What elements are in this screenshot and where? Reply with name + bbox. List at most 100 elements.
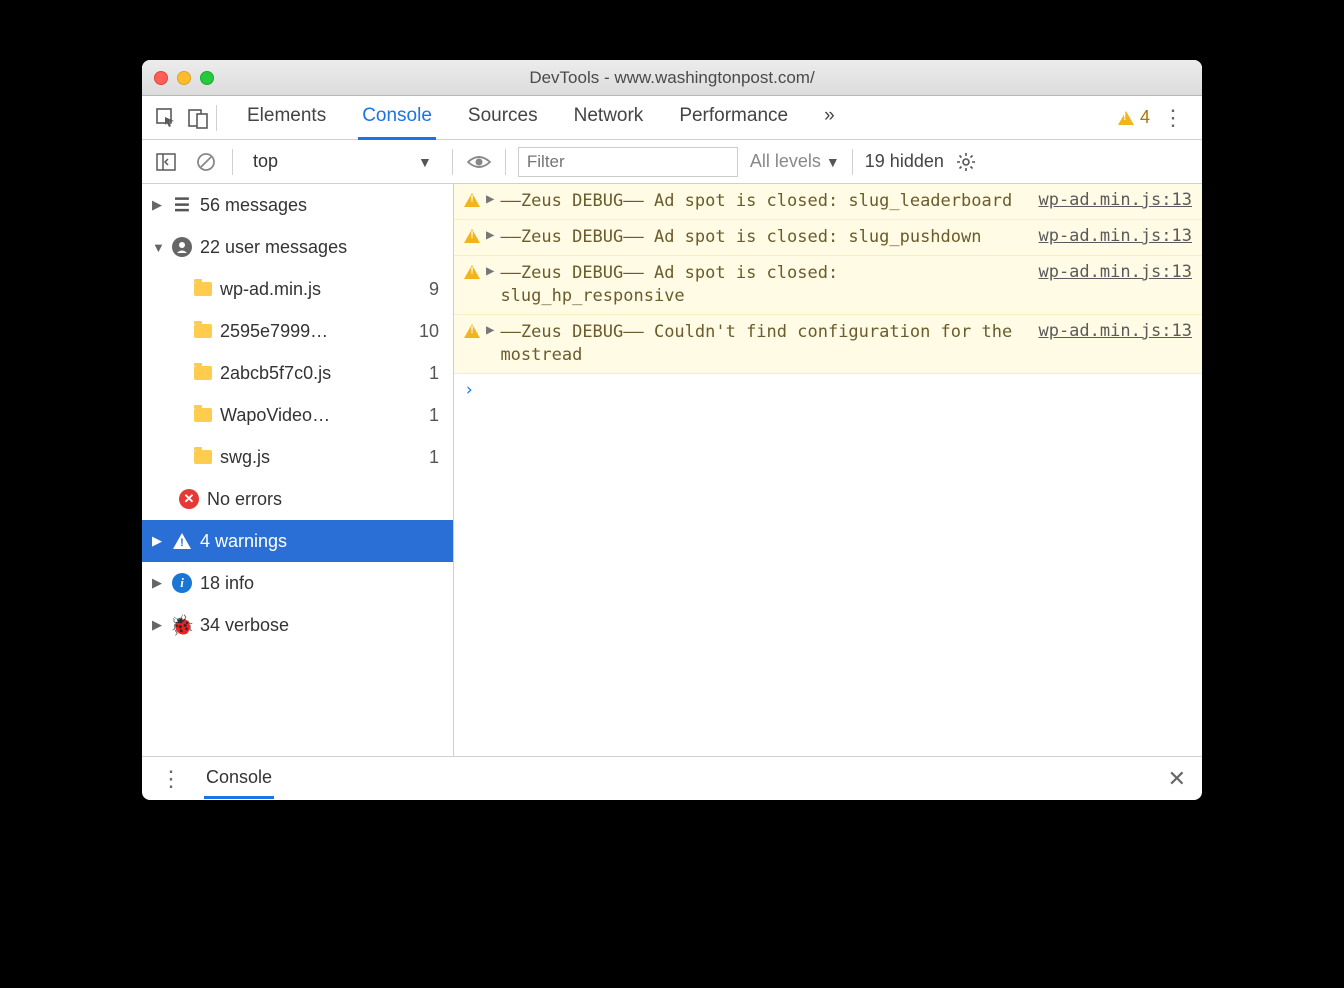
log-text: ––Zeus DEBUG–– Ad spot is closed: slug_l… [500, 190, 1032, 213]
context-selector[interactable]: top ▼ [245, 151, 440, 172]
device-toolbar-icon[interactable] [184, 104, 212, 132]
file-name: 2595e7999… [220, 321, 328, 342]
warning-icon [464, 229, 480, 243]
warning-icon [464, 265, 480, 279]
file-count: 9 [429, 279, 453, 300]
sidebar-file-item[interactable]: 2595e7999… 10 [142, 310, 453, 352]
warning-icon [464, 324, 480, 338]
messages-label: 56 messages [200, 195, 307, 216]
console-entry[interactable]: ▶ ––Zeus DEBUG–– Ad spot is closed: slug… [454, 184, 1202, 220]
tab-console[interactable]: Console [358, 97, 436, 140]
warnings-label: 4 warnings [200, 531, 287, 552]
chevron-down-icon: ▼ [418, 154, 432, 170]
source-link[interactable]: wp-ad.min.js:13 [1038, 226, 1192, 246]
sidebar-file-item[interactable]: swg.js 1 [142, 436, 453, 478]
file-count: 1 [429, 447, 453, 468]
folder-icon [194, 408, 212, 422]
tab-sources[interactable]: Sources [464, 97, 542, 139]
warning-icon [1118, 111, 1134, 125]
console-toolbar: top ▼ All levels ▼ 19 hidden [142, 140, 1202, 184]
log-text: ––Zeus DEBUG–– Ad spot is closed: slug_h… [500, 262, 1032, 308]
warnings-count: 4 [1140, 107, 1150, 128]
separator [852, 149, 853, 175]
drawer-tab-console[interactable]: Console [204, 759, 274, 799]
more-options-icon[interactable]: ⋮ [1154, 105, 1192, 131]
warnings-badge[interactable]: 4 [1118, 107, 1150, 128]
console-entry[interactable]: ▶ ––Zeus DEBUG–– Couldn't find configura… [454, 315, 1202, 374]
drawer-menu-icon[interactable]: ⋮ [152, 766, 190, 792]
expand-arrow-icon: ▶ [152, 197, 164, 213]
errors-label: No errors [207, 489, 282, 510]
sidebar-file-item[interactable]: 2abcb5f7c0.js 1 [142, 352, 453, 394]
filter-input[interactable] [518, 147, 738, 177]
expand-arrow-icon[interactable]: ▶ [486, 191, 494, 207]
live-expression-icon[interactable] [465, 148, 493, 176]
tabs-overflow[interactable]: » [820, 97, 839, 139]
expand-arrow-icon[interactable]: ▶ [486, 227, 494, 243]
chevron-down-icon: ▼ [826, 154, 840, 170]
sidebar-file-item[interactable]: wp-ad.min.js 9 [142, 268, 453, 310]
sidebar-errors[interactable]: ✕ No errors [142, 478, 453, 520]
console-messages: ▶ ––Zeus DEBUG–– Ad spot is closed: slug… [454, 184, 1202, 756]
error-icon: ✕ [179, 489, 199, 509]
list-icon [172, 195, 192, 215]
source-link[interactable]: wp-ad.min.js:13 [1038, 262, 1192, 282]
file-name: 2abcb5f7c0.js [220, 363, 331, 384]
sidebar-info[interactable]: ▶ i 18 info [142, 562, 453, 604]
log-levels-selector[interactable]: All levels ▼ [750, 151, 840, 172]
file-count: 1 [429, 405, 453, 426]
user-messages-label: 22 user messages [200, 237, 347, 258]
info-label: 18 info [200, 573, 254, 594]
tab-elements[interactable]: Elements [243, 97, 330, 139]
toggle-sidebar-icon[interactable] [152, 148, 180, 176]
content-area: ▶ 56 messages ▼ 22 user messages wp-ad.m… [142, 184, 1202, 756]
settings-icon[interactable] [956, 152, 976, 172]
source-link[interactable]: wp-ad.min.js:13 [1038, 321, 1192, 341]
file-name: wp-ad.min.js [220, 279, 321, 300]
window-title: DevTools - www.washingtonpost.com/ [142, 68, 1202, 88]
inspect-element-icon[interactable] [152, 104, 180, 132]
log-text: ––Zeus DEBUG–– Couldn't find configurati… [500, 321, 1032, 367]
svg-text:!: ! [180, 537, 184, 549]
tab-performance[interactable]: Performance [675, 97, 792, 139]
tab-network[interactable]: Network [570, 97, 648, 139]
verbose-label: 34 verbose [200, 615, 289, 636]
close-drawer-icon[interactable]: ✕ [1162, 766, 1192, 792]
levels-label: All levels [750, 151, 821, 172]
folder-icon [194, 366, 212, 380]
titlebar: DevTools - www.washingtonpost.com/ [142, 60, 1202, 96]
bug-icon: 🐞 [172, 615, 192, 635]
sidebar-user-messages[interactable]: ▼ 22 user messages [142, 226, 453, 268]
sidebar-verbose[interactable]: ▶ 🐞 34 verbose [142, 604, 453, 646]
expand-arrow-icon: ▶ [152, 575, 164, 591]
separator [216, 105, 217, 131]
drawer: ⋮ Console ✕ [142, 756, 1202, 800]
file-name: WapoVideo… [220, 405, 330, 426]
info-icon: i [172, 573, 192, 593]
expand-arrow-icon: ▶ [152, 617, 164, 633]
devtools-window: DevTools - www.washingtonpost.com/ Eleme… [142, 60, 1202, 800]
hidden-count[interactable]: 19 hidden [865, 151, 944, 172]
warning-icon: ! [172, 531, 192, 551]
context-label: top [253, 151, 278, 172]
file-count: 10 [419, 321, 453, 342]
expand-arrow-icon[interactable]: ▶ [486, 322, 494, 338]
log-text: ––Zeus DEBUG–– Ad spot is closed: slug_p… [500, 226, 1032, 249]
expand-arrow-icon[interactable]: ▶ [486, 263, 494, 279]
sidebar-file-item[interactable]: WapoVideo… 1 [142, 394, 453, 436]
console-prompt[interactable]: › [454, 374, 1202, 406]
clear-console-icon[interactable] [192, 148, 220, 176]
sidebar-warnings[interactable]: ▶ ! 4 warnings [142, 520, 453, 562]
collapse-arrow-icon: ▼ [152, 240, 164, 255]
file-name: swg.js [220, 447, 270, 468]
separator [452, 149, 453, 175]
separator [232, 149, 233, 175]
console-entry[interactable]: ▶ ––Zeus DEBUG–– Ad spot is closed: slug… [454, 220, 1202, 256]
file-count: 1 [429, 363, 453, 384]
source-link[interactable]: wp-ad.min.js:13 [1038, 190, 1192, 210]
console-entry[interactable]: ▶ ––Zeus DEBUG–– Ad spot is closed: slug… [454, 256, 1202, 315]
panel-tabs: Elements Console Sources Network Perform… [243, 97, 839, 139]
folder-icon [194, 450, 212, 464]
sidebar-messages[interactable]: ▶ 56 messages [142, 184, 453, 226]
separator [505, 149, 506, 175]
